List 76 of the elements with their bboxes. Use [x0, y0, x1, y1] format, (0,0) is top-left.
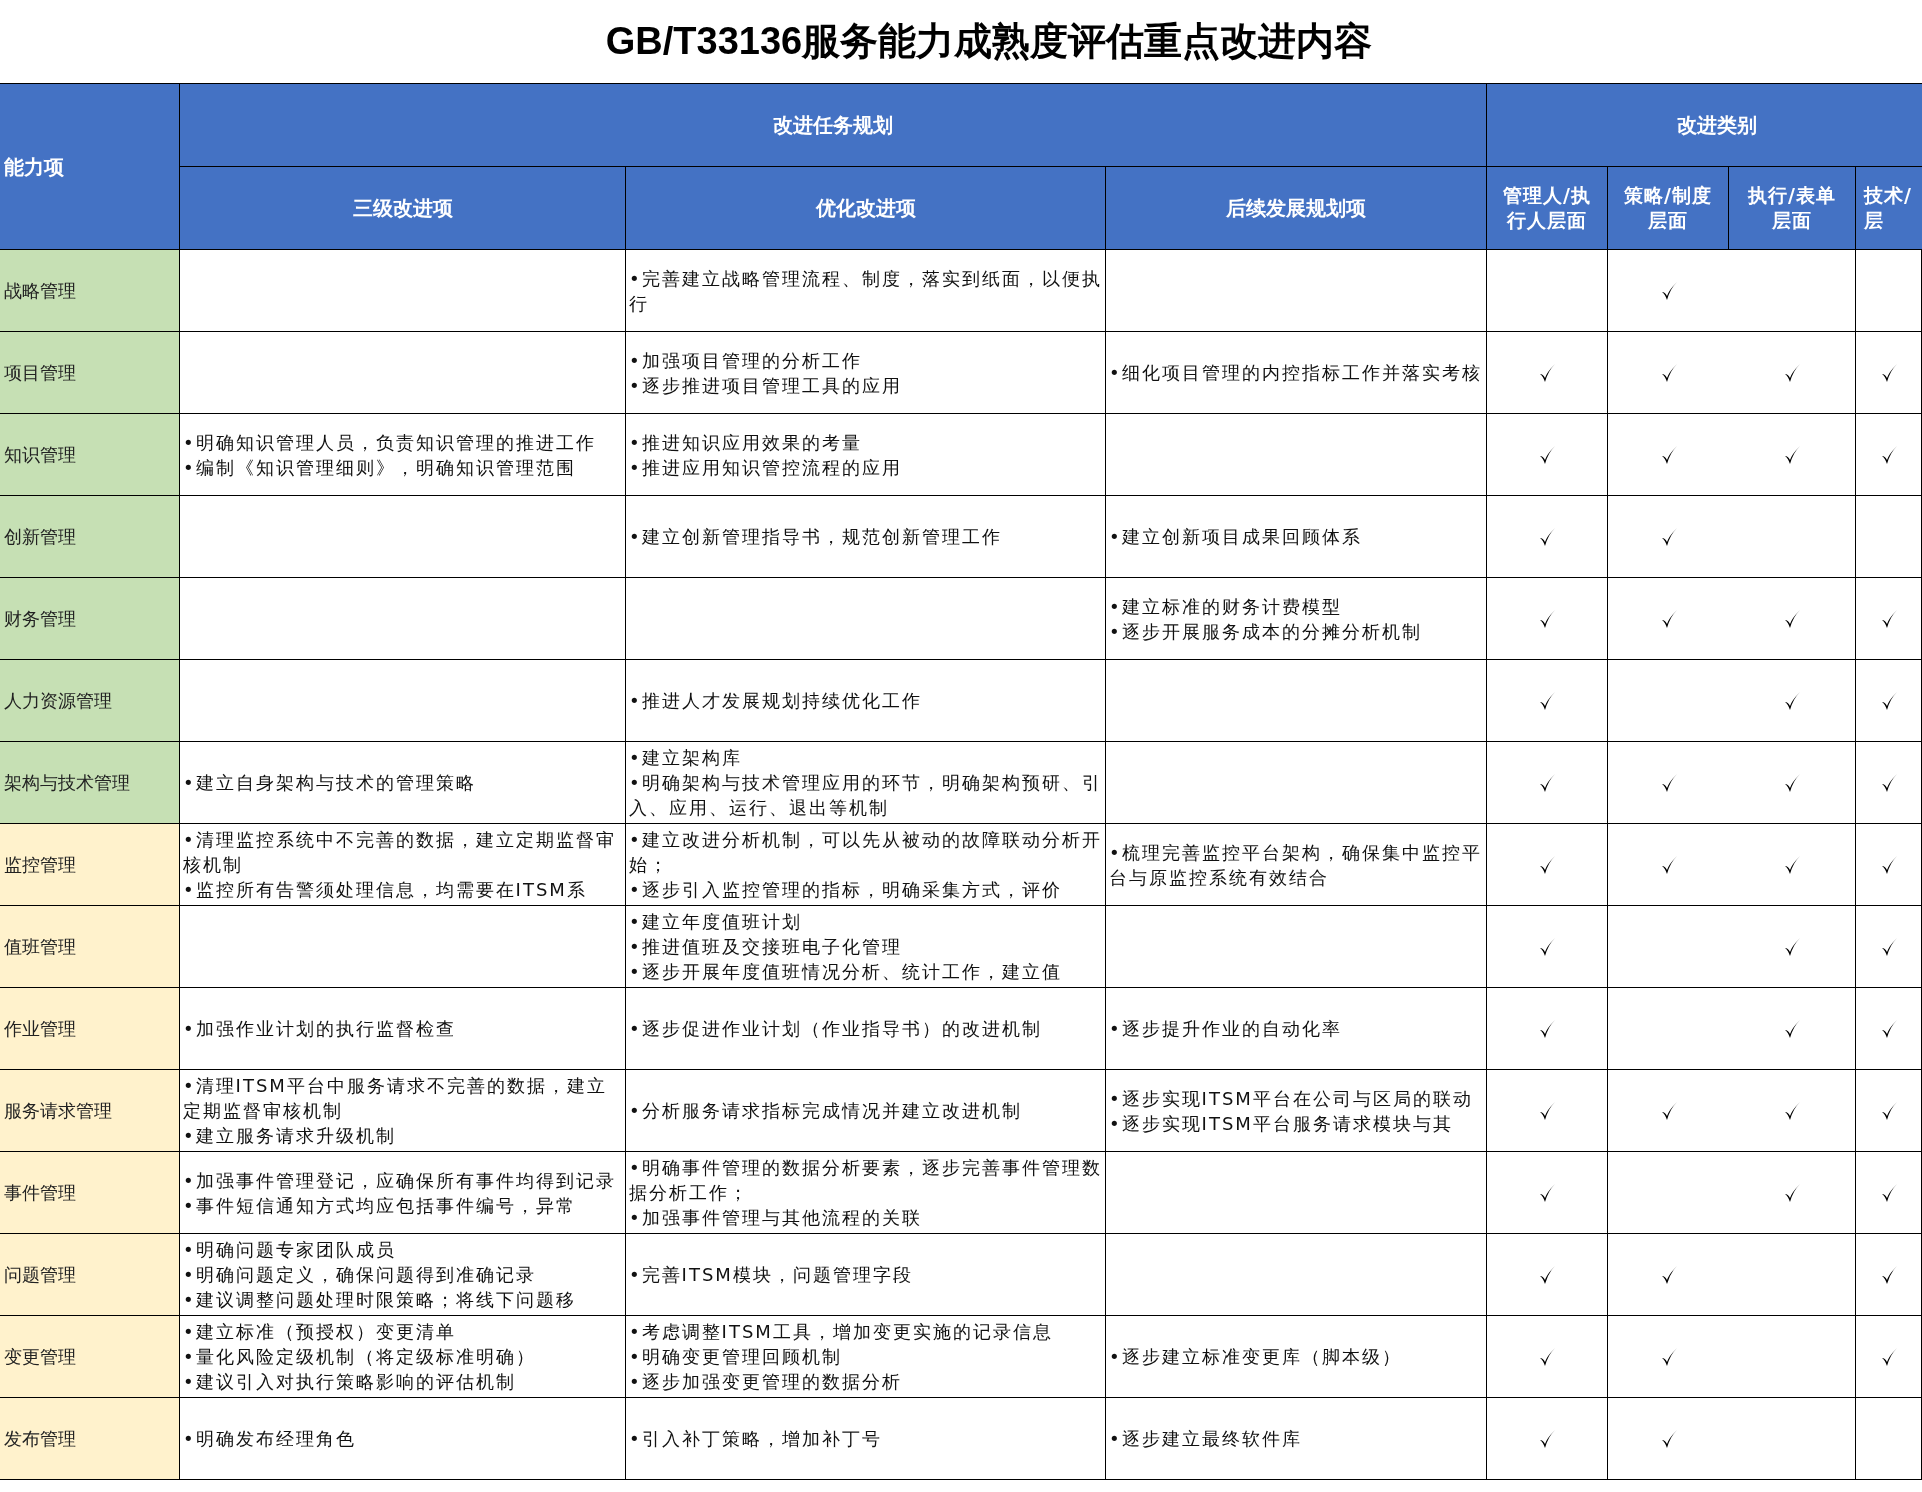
list-item: •逐步引入监控管理的指标，明确采集方式，评价: [629, 878, 1063, 902]
row-header-cell: 战略管理: [0, 250, 180, 332]
row-header-cell: 项目管理: [0, 332, 180, 414]
list-item: •引入补丁策略，增加补丁号: [629, 1427, 883, 1451]
list-item: •逐步开展服务成本的分摊分析机制: [1109, 619, 1423, 644]
column-header: 优化改进项: [626, 167, 1106, 250]
list-item: •逐步推进项目管理工具的应用: [629, 373, 903, 398]
list-item: •清理ITSM平台中服务请求不完善的数据，建立定期监督审核机制: [183, 1074, 608, 1123]
page-title: GB/T33136服务能力成熟度评估重点改进内容: [605, 19, 1373, 64]
list-item: •清理监控系统中不完善的数据，建立定期监督审核机制: [183, 828, 617, 877]
list-item: •明确变更管理回顾机制: [629, 1345, 843, 1369]
list-item: •完善ITSM模块，问题管理字段: [629, 1263, 914, 1287]
list-item: •逐步实现ITSM平台在公司与区局的联动: [1109, 1086, 1474, 1111]
list-item: •建立标准的财务计费模型: [1109, 594, 1343, 619]
column-header: 执行/表单 层面: [1729, 167, 1856, 250]
list-item: •事件短信通知方式均应包括事件编号，异常: [183, 1193, 577, 1218]
list-item: •逐步提升作业的自动化率: [1109, 1017, 1343, 1041]
column-header: 策略/制度 层面: [1608, 167, 1729, 250]
row-header-cell: 监控管理: [0, 824, 180, 906]
column-group-header: 改进类别: [1487, 84, 1922, 167]
column-header: 技术/ 层: [1856, 167, 1922, 250]
row-header-cell: 架构与技术管理: [0, 742, 180, 824]
column-header: 管理人/执 行人层面: [1487, 167, 1608, 250]
list-item: •分析服务请求指标完成情况并建立改进机制: [629, 1099, 1023, 1123]
list-item: •梳理完善监控平台架构，确保集中监控平台与原监控系统有效结合: [1109, 840, 1483, 890]
list-item: •建立创新管理指导书，规范创新管理工作: [629, 525, 1003, 549]
list-item: •建立年度值班计划: [629, 910, 803, 934]
list-item: •细化项目管理的内控指标工作并落实考核: [1109, 361, 1483, 385]
list-item: •逐步建立最终软件库: [1109, 1427, 1303, 1451]
list-item: •编制《知识管理细则》，明确知识管理范围: [183, 455, 577, 480]
row-header-cell: 服务请求管理: [0, 1070, 180, 1152]
list-item: •量化风险定级机制（将定级标准明确）: [183, 1345, 537, 1369]
list-item: •完善建立战略管理流程、制度，落实到纸面，以便执行: [629, 266, 1102, 316]
list-item: •加强事件管理与其他流程的关联: [629, 1206, 923, 1230]
list-item: •建议调整问题处理时限策略；将线下问题移: [183, 1288, 577, 1312]
row-header-cell: 人力资源管理: [0, 660, 180, 742]
list-item: •明确事件管理的数据分析要素，逐步完善事件管理数据分析工作；: [629, 1156, 1102, 1205]
row-header-cell: 知识管理: [0, 414, 180, 496]
list-item: •明确问题定义，确保问题得到准确记录: [183, 1263, 537, 1287]
row-header-cell: 财务管理: [0, 578, 180, 660]
list-item: •明确知识管理人员，负责知识管理的推进工作: [183, 430, 597, 455]
list-item: •逐步促进作业计划（作业指导书）的改进机制: [629, 1017, 1043, 1041]
column-header: 后续发展规划项: [1106, 167, 1487, 250]
list-item: •建立架构库: [629, 746, 743, 770]
list-item: •推进应用知识管控流程的应用: [629, 455, 903, 480]
list-item: •建立自身架构与技术的管理策略: [183, 771, 477, 795]
list-item: •明确问题专家团队成员: [183, 1238, 397, 1262]
list-item: •建立标准（预授权）变更清单: [183, 1320, 457, 1344]
list-item: •加强作业计划的执行监督检查: [183, 1017, 457, 1041]
list-item: •建立改进分析机制，可以先从被动的故障联动分析开始；: [629, 828, 1102, 877]
list-item: •逐步开展年度值班情况分析、统计工作，建立值: [629, 960, 1063, 984]
list-item: •加强事件管理登记，应确保所有事件均得到记录: [183, 1168, 617, 1193]
row-header-cell: 值班管理: [0, 906, 180, 988]
list-item: •逐步建立标准变更库（脚本级）: [1109, 1345, 1403, 1369]
list-item: •建议引入对执行策略影响的评估机制: [183, 1370, 517, 1394]
list-item: •建立服务请求升级机制: [183, 1124, 397, 1148]
row-header-cell: 发布管理: [0, 1398, 180, 1480]
row-header-cell: 事件管理: [0, 1152, 180, 1234]
column-group-header: 改进任务规划: [180, 84, 1487, 167]
list-item: •推进值班及交接班电子化管理: [629, 935, 903, 959]
list-item: •建立创新项目成果回顾体系: [1109, 525, 1363, 549]
list-item: •考虑调整ITSM工具，增加变更实施的记录信息: [629, 1320, 1054, 1344]
list-item: •推进知识应用效果的考量: [629, 430, 863, 455]
list-item: •明确架构与技术管理应用的环节，明确架构预研、引入、应用、运行、退出等机制: [629, 771, 1102, 820]
list-item: •逐步实现ITSM平台服务请求模块与其: [1109, 1111, 1454, 1136]
list-item: •明确发布经理角色: [183, 1427, 357, 1451]
row-header-cell: 作业管理: [0, 988, 180, 1070]
list-item: •逐步加强变更管理的数据分析: [629, 1370, 903, 1394]
row-header-cell: 变更管理: [0, 1316, 180, 1398]
row-header-cell: 创新管理: [0, 496, 180, 578]
list-item: •推进人才发展规划持续优化工作: [629, 689, 923, 713]
row-header-cell: 问题管理: [0, 1234, 180, 1316]
column-header: 三级改进项: [180, 167, 626, 250]
list-item: •监控所有告警须处理信息，均需要在ITSM系: [183, 878, 588, 902]
list-item: •加强项目管理的分析工作: [629, 348, 863, 373]
column-header: 能力项: [0, 84, 180, 250]
